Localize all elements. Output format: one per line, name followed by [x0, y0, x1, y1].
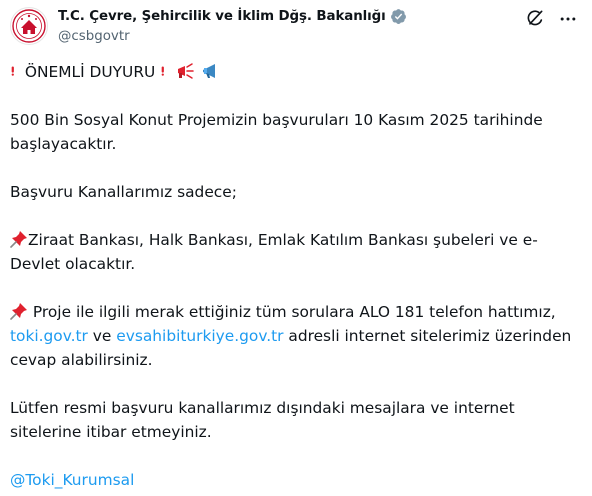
paragraph-3-line-1: Ziraat Bankası, Halk Bankası, Emlak Katı…: [10, 228, 570, 252]
loudspeaker-icon: [203, 64, 216, 78]
announcement-heading-line: ÖNEMLİ DUYURU: [10, 60, 570, 84]
tweet-header: T.C. Çevre, Şehircilik ve İklim Dğş. Bak…: [0, 0, 592, 56]
account-names: T.C. Çevre, Şehircilik ve İklim Dğş. Bak…: [58, 6, 407, 44]
account-handle[interactable]: @csbgovtr: [58, 29, 407, 44]
paragraph-4-line-1: Proje ile ilgili merak ettiğiniz tüm sor…: [10, 300, 570, 324]
exclamation-icon: [11, 66, 14, 76]
paragraph-3-text: Ziraat Bankası, Halk Bankası, Emlak Katı…: [28, 231, 538, 249]
paragraph-4-line-3: cevap alabilirsiniz.: [10, 351, 153, 369]
avatar[interactable]: [10, 7, 48, 45]
paragraph-3-line-2: Devlet olacaktır.: [10, 255, 136, 273]
paragraph-4-text: Proje ile ilgili merak ettiğiniz tüm sor…: [28, 303, 556, 321]
paragraph-4-line-2: toki.gov.tr ve evsahibiturkiye.gov.tr ad…: [10, 324, 572, 348]
more-icon[interactable]: [558, 9, 578, 29]
display-name[interactable]: T.C. Çevre, Şehircilik ve İklim Dğş. Bak…: [58, 9, 386, 24]
paragraph-5-line-1: Lütfen resmi başvuru kanallarımız dışınd…: [10, 399, 515, 417]
paragraph-4-line-2-rest: adresli internet sitelerimiz üzerinden: [283, 327, 572, 345]
and-text: ve: [87, 327, 117, 345]
verified-badge-icon[interactable]: [390, 8, 407, 25]
announcement-heading: ÖNEMLİ DUYURU: [24, 63, 156, 81]
paragraph-1-line-2: başlayacaktır.: [10, 135, 117, 153]
paragraph-5-line-2: sitelerine itibar etmeyiniz.: [10, 423, 212, 441]
paragraph-2: Başvuru Kanallarımız sadece;: [10, 183, 237, 201]
pushpin-icon: [10, 303, 27, 320]
toki-link[interactable]: toki.gov.tr: [10, 327, 88, 345]
evsahibiturkiye-link[interactable]: evsahibiturkiye.gov.tr: [116, 327, 283, 345]
display-name-row: T.C. Çevre, Şehircilik ve İklim Dğş. Bak…: [58, 6, 407, 26]
tweet-body: ÖNEMLİ DUYURU 500 Bin Sosyal Konut Proje…: [10, 60, 572, 492]
pushpin-icon: [10, 231, 27, 248]
grok-icon[interactable]: [525, 8, 545, 28]
paragraph-1-line-1: 500 Bin Sosyal Konut Projemizin başvurul…: [10, 111, 543, 129]
ministry-seal-icon: [12, 9, 46, 43]
mention-line: @Toki_Kurumsal: [10, 468, 570, 492]
exclamation-icon: [161, 66, 165, 76]
mention-link[interactable]: @Toki_Kurumsal: [10, 471, 134, 489]
tweet: T.C. Çevre, Şehircilik ve İklim Dğş. Bak…: [0, 0, 592, 496]
megaphone-icon: [178, 63, 194, 79]
